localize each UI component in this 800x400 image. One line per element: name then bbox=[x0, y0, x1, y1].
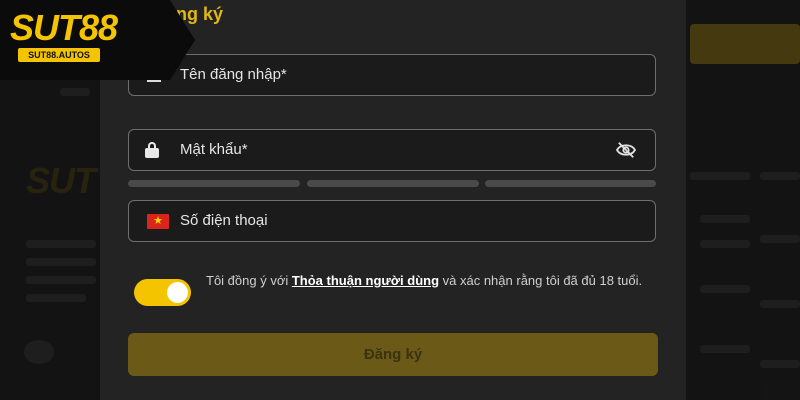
logo-wordmark: SUT88 bbox=[10, 7, 118, 48]
password-placeholder: Mật khẩu* bbox=[180, 141, 248, 158]
username-placeholder: Tên đăng nhập* bbox=[180, 66, 287, 83]
terms-text: Tôi đồng ý với Thỏa thuận người dùng và … bbox=[206, 271, 656, 291]
terms-prefix: Tôi đồng ý với bbox=[206, 273, 292, 288]
site-logo[interactable]: SUT88 SUT88.AUTOS bbox=[0, 0, 195, 80]
password-strength-bar-3 bbox=[485, 180, 656, 187]
password-strength-bar-1 bbox=[128, 180, 300, 187]
toggle-knob bbox=[167, 282, 188, 303]
password-field[interactable]: Mật khẩu* bbox=[128, 129, 656, 171]
logo-domain: SUT88.AUTOS bbox=[18, 48, 100, 62]
phone-field[interactable]: ★ Số điện thoại bbox=[128, 200, 656, 242]
terms-link[interactable]: Thỏa thuận người dùng bbox=[292, 273, 439, 288]
eye-off-icon[interactable] bbox=[615, 141, 637, 159]
terms-suffix: và xác nhận rằng tôi đã đủ 18 tuổi. bbox=[439, 273, 643, 288]
vietnam-flag-icon[interactable]: ★ bbox=[147, 214, 169, 229]
password-strength-bar-2 bbox=[307, 180, 479, 187]
agree-terms-toggle[interactable] bbox=[134, 279, 191, 306]
register-modal: ng ký Tên đăng nhập* Mật khẩu* ★ Số điện… bbox=[100, 0, 686, 400]
phone-placeholder: Số điện thoại bbox=[180, 212, 268, 229]
username-field[interactable]: Tên đăng nhập* bbox=[128, 54, 656, 96]
lock-icon bbox=[145, 142, 161, 158]
register-button[interactable]: Đăng ký bbox=[128, 333, 658, 376]
